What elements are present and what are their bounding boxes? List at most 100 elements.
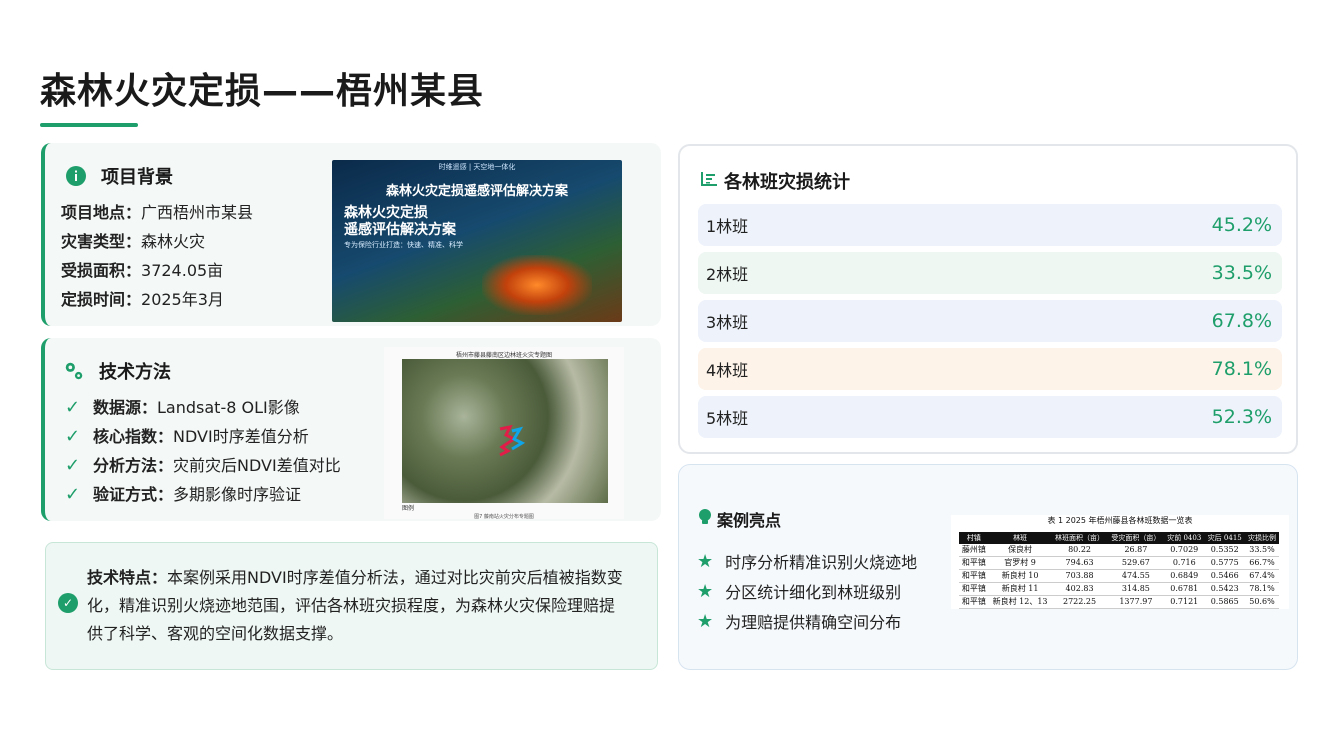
stat-value: 33.5% bbox=[1211, 262, 1272, 284]
table-cell: 0.7121 bbox=[1164, 595, 1205, 609]
background-list: 项目地点：广西梧州市某县 灾害类型：森林火灾 受损面积：3724.05亩 定损时… bbox=[61, 198, 253, 314]
table-header: 灾前 0403 bbox=[1164, 532, 1205, 544]
table-cell: 0.5352 bbox=[1204, 544, 1245, 557]
burn-area-graphic bbox=[499, 424, 526, 457]
background-row: 项目地点：广西梧州市某县 bbox=[61, 198, 253, 227]
stat-row: 2林班 33.5% bbox=[698, 252, 1282, 294]
table-cell: 和平镇 bbox=[959, 595, 989, 609]
stats-card: 各林班灾损统计 1林班 45.2% 2林班 33.5% 3林班 67.8% 4林班 78.1%… bbox=[678, 144, 1298, 454]
table-header: 灾后 0415 bbox=[1204, 532, 1245, 544]
star-icon: ★ bbox=[697, 550, 714, 572]
background-row: 灾害类型：森林火灾 bbox=[61, 227, 253, 256]
table-cell: 50.6% bbox=[1244, 595, 1279, 609]
stat-label: 4林班 bbox=[706, 361, 749, 380]
cases-card: 案例亮点 ★ 时序分析精准识别火烧迹地 ★ 分区统计细化到林班级别 ★ 为理赔提供精确… bbox=[678, 464, 1298, 670]
row-value: 3724.05亩 bbox=[141, 261, 224, 280]
method-row: ✓ 分析方法：灾前灾后NDVI差值对比 bbox=[65, 451, 341, 480]
table-cell: 新良村 12、13 bbox=[988, 595, 1052, 609]
stat-label: 1林班 bbox=[706, 217, 749, 236]
promo-big-line: 遥感评估解决方案 bbox=[344, 222, 456, 238]
background-heading-text: 项目背景 bbox=[101, 167, 173, 188]
table-cell: 1377.97 bbox=[1107, 595, 1165, 609]
table-cell: 和平镇 bbox=[959, 569, 989, 583]
table-cell: 0.5466 bbox=[1204, 569, 1245, 583]
table-cell: 66.7% bbox=[1244, 556, 1279, 570]
table-cell: 新良村 11 bbox=[988, 582, 1052, 596]
table-cell: 藤州镇 bbox=[959, 544, 989, 557]
feature-label: 技术特点： bbox=[87, 568, 168, 587]
table-row: 和平镇 新良村 12、13 2722.25 1377.97 0.7121 0.5865 50… bbox=[959, 595, 1279, 609]
table-cell: 67.4% bbox=[1244, 569, 1279, 583]
table-cell: 529.67 bbox=[1107, 556, 1165, 570]
stat-label: 3林班 bbox=[706, 313, 749, 332]
method-row: ✓ 核心指数：NDVI时序差值分析 bbox=[65, 422, 341, 451]
forest-data-table-image: 表 1 2025 年梧州藤县各林班数据一览表 村镇 林班 林班面积（亩） 受灾面积（亩… bbox=[951, 515, 1289, 609]
row-value: NDVI时序差值分析 bbox=[173, 427, 309, 446]
row-key: 验证方式： bbox=[93, 485, 174, 504]
forest-data-table: 村镇 林班 林班面积（亩） 受灾面积（亩） 灾前 0403 灾后 0415 灾损比例 藤州镇… bbox=[959, 532, 1279, 609]
case-item-text: 分区统计细化到林班级别 bbox=[725, 583, 902, 602]
case-item: ★ 为理赔提供精确空间分布 bbox=[697, 609, 901, 633]
background-row: 定损时间：2025年3月 bbox=[61, 285, 253, 314]
check-circle-icon: ✓ bbox=[58, 593, 78, 613]
table-header: 林班面积（亩） bbox=[1051, 532, 1108, 544]
info-icon bbox=[65, 165, 87, 187]
table-cell: 0.6849 bbox=[1164, 569, 1205, 583]
cases-heading: 案例亮点 bbox=[697, 507, 781, 531]
promo-top-text: 时维遥感 | 天空地一体化 bbox=[438, 163, 516, 171]
check-icon: ✓ bbox=[65, 484, 81, 505]
page-title: 森林火灾定损——梧州某县 bbox=[40, 71, 485, 112]
list-chart-icon bbox=[700, 170, 718, 193]
fire-graphic bbox=[482, 255, 592, 315]
row-value: 2025年3月 bbox=[141, 290, 224, 309]
table-cell: 官罗村 9 bbox=[988, 556, 1052, 570]
check-icon: ✓ bbox=[65, 455, 81, 476]
table-caption: 表 1 2025 年梧州藤县各林班数据一览表 bbox=[1047, 516, 1193, 525]
method-row: ✓ 验证方式：多期影像时序验证 bbox=[65, 480, 341, 509]
table-cell: 0.5423 bbox=[1204, 582, 1245, 596]
table-cell: 保良村 bbox=[988, 544, 1052, 557]
star-icon: ★ bbox=[697, 610, 714, 632]
table-cell: 474.55 bbox=[1107, 569, 1165, 583]
row-key: 分析方法： bbox=[93, 456, 174, 475]
table-cell: 703.88 bbox=[1051, 569, 1108, 583]
table-cell: 78.1% bbox=[1244, 582, 1279, 596]
table-row: 和平镇 官罗村 9 794.63 529.67 0.716 0.5775 66.7% bbox=[959, 556, 1279, 570]
row-key: 项目地点： bbox=[61, 203, 142, 222]
case-item-text: 时序分析精准识别火烧迹地 bbox=[725, 553, 918, 572]
promo-big-text: 森林火灾定损 遥感评估解决方案 bbox=[344, 205, 456, 239]
table-row: 和平镇 新良村 11 402.83 314.85 0.6781 0.5423 78.1% bbox=[959, 582, 1279, 596]
table-cell: 794.63 bbox=[1051, 556, 1108, 570]
table-cell: 0.5775 bbox=[1204, 556, 1245, 570]
lightbulb-icon bbox=[697, 508, 713, 530]
stats-heading-text: 各林班灾损统计 bbox=[724, 172, 850, 193]
cases-heading-text: 案例亮点 bbox=[717, 511, 782, 530]
background-row: 受损面积：3724.05亩 bbox=[61, 256, 253, 285]
star-icon: ★ bbox=[697, 580, 714, 602]
stat-row: 4林班 78.1% bbox=[698, 348, 1282, 390]
feature-body: 本案例采用NDVI时序差值分析法，通过对比灾前灾后植被指数变化，精准识别火烧迹地… bbox=[87, 568, 623, 643]
table-cell: 314.85 bbox=[1107, 582, 1165, 596]
stats-heading: 各林班灾损统计 bbox=[700, 168, 850, 194]
fire-map-image: 梧州市藤县藤南区边林班火灾专题图 图例 图7 藤南站火灾分布专题图 bbox=[384, 347, 624, 520]
stat-row: 1林班 45.2% bbox=[698, 204, 1282, 246]
table-header: 灾损比例 bbox=[1244, 532, 1279, 544]
stat-value: 52.3% bbox=[1211, 406, 1272, 428]
table-row: 藤州镇 保良村 80.22 26.87 0.7029 0.5352 33.5% bbox=[959, 544, 1279, 557]
case-item-text: 为理赔提供精确空间分布 bbox=[725, 613, 902, 632]
table-cell: 0.5865 bbox=[1204, 595, 1245, 609]
table-header: 村镇 bbox=[959, 532, 989, 544]
promo-big-line: 森林火灾定损 bbox=[344, 205, 428, 221]
feature-text: 技术特点：本案例采用NDVI时序差值分析法，通过对比灾前灾后植被指数变化，精准识… bbox=[87, 564, 627, 648]
table-cell: 和平镇 bbox=[959, 582, 989, 596]
solution-promo-image: 时维遥感 | 天空地一体化 森林火灾定损遥感评估解决方案 森林火灾定损 遥感评估… bbox=[332, 160, 622, 322]
background-heading: 项目背景 bbox=[65, 163, 173, 189]
method-heading: 技术方法 bbox=[63, 358, 171, 384]
table-cell: 2722.25 bbox=[1051, 595, 1108, 609]
table-cell: 0.6781 bbox=[1164, 582, 1205, 596]
table-cell: 33.5% bbox=[1244, 544, 1279, 557]
row-value: 灾前灾后NDVI差值对比 bbox=[173, 456, 341, 475]
feature-box: ✓ 技术特点：本案例采用NDVI时序差值分析法，通过对比灾前灾后植被指数变化，精… bbox=[45, 542, 658, 670]
table-header: 受灾面积（亩） bbox=[1107, 532, 1165, 544]
stat-label: 2林班 bbox=[706, 265, 749, 284]
